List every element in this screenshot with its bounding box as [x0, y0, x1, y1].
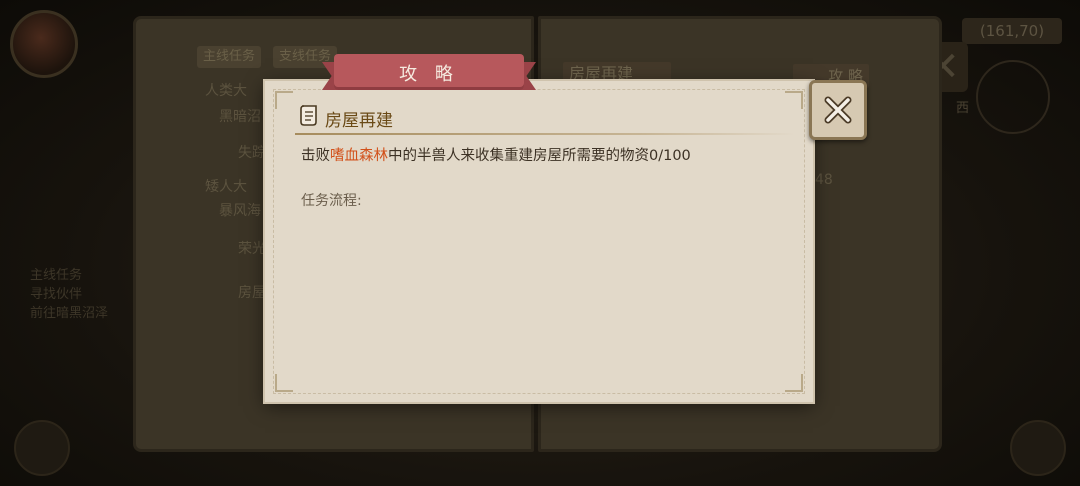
quest-tree-item[interactable]: 暴风海: [219, 200, 261, 220]
header-divider: [295, 133, 795, 135]
dialog-title: 攻 略: [399, 64, 459, 85]
scroll-icon: [300, 105, 317, 126]
quest-tree-item[interactable]: 黑暗沼: [219, 106, 261, 126]
tab-main-quest[interactable]: 主线任务: [197, 46, 262, 68]
tracker-line: 前往暗黑沼泽: [30, 306, 109, 321]
player-avatar[interactable]: [10, 10, 78, 78]
map-coordinates: (161,70): [962, 18, 1062, 44]
corner-ornament: [785, 374, 803, 392]
bottom-left-menu-icon[interactable]: [14, 420, 70, 476]
quest-tree-item[interactable]: 房屋: [238, 282, 266, 302]
compass-direction: 西: [956, 101, 970, 116]
close-icon: [824, 96, 852, 124]
close-button[interactable]: [809, 80, 867, 140]
location-link[interactable]: 嗜血森林: [330, 148, 388, 164]
side-quest-tracker[interactable]: 主线任务 寻找伙伴 前往暗黑沼泽: [30, 266, 108, 323]
tracker-line: 寻找伙伴: [30, 287, 83, 302]
quest-tree-item[interactable]: 矮人大: [205, 176, 247, 196]
desc-prefix: 击败: [301, 148, 330, 164]
quest-flow-label: 任务流程:: [301, 193, 362, 209]
corner-ornament: [275, 374, 293, 392]
corner-ornament: [275, 91, 293, 109]
quest-description: 击败嗜血森林中的半兽人来收集重建房屋所需要的物资0/100: [301, 144, 691, 165]
book-number: 48: [815, 172, 833, 188]
bottom-right-menu-icon[interactable]: [1010, 420, 1066, 476]
quest-tree-item[interactable]: 荣光: [238, 238, 266, 258]
quest-tree-item[interactable]: 失踪: [238, 142, 266, 162]
section-title: 房屋再建: [325, 111, 393, 131]
desc-suffix: 中的半兽人来收集重建房屋所需要的物资0/100: [388, 148, 691, 164]
quest-tree-item[interactable]: 人类大: [205, 80, 247, 100]
minimap-compass[interactable]: 西: [956, 60, 1050, 134]
corner-ornament: [785, 91, 803, 109]
tracker-line: 主线任务: [30, 268, 83, 283]
dialog-title-ribbon: 攻 略: [322, 54, 536, 94]
